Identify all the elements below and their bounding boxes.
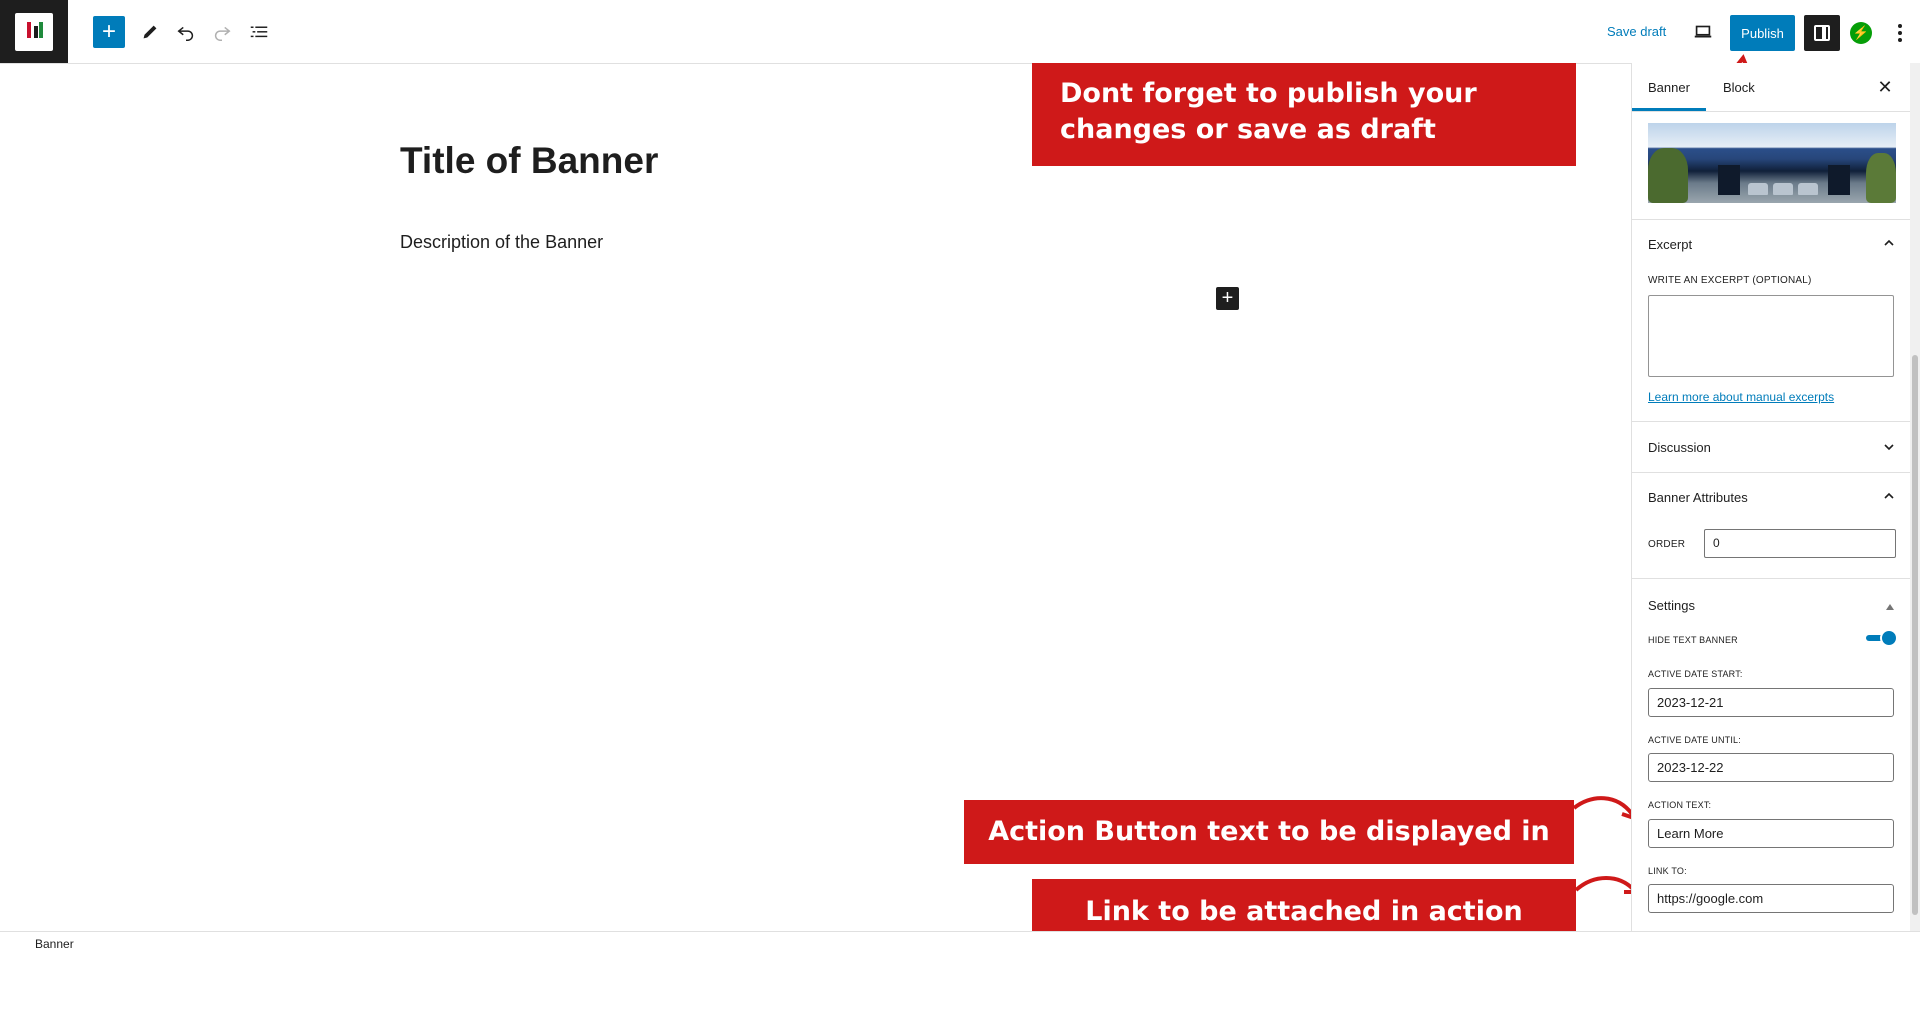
divider <box>1632 421 1911 422</box>
image-door <box>1828 165 1850 195</box>
tools-button[interactable] <box>134 16 166 48</box>
featured-image[interactable] <box>1648 123 1896 203</box>
save-draft-button[interactable]: Save draft <box>1607 24 1666 39</box>
link-to-input[interactable]: https://google.com <box>1648 884 1894 913</box>
post-title[interactable]: Title of Banner <box>400 140 658 182</box>
settings-sidebar-toggle[interactable] <box>1804 15 1840 51</box>
divider <box>1632 219 1911 220</box>
active-tab-indicator <box>1632 108 1706 111</box>
sidebar-icon <box>1814 25 1830 41</box>
link-to-label: LINK TO: <box>1648 866 1687 876</box>
editor-footer: Banner <box>0 931 1920 954</box>
excerpt-panel-title[interactable]: Excerpt <box>1648 237 1692 252</box>
undo-icon <box>177 26 194 41</box>
divider <box>1632 578 1911 579</box>
action-text-input[interactable]: Learn More <box>1648 819 1894 848</box>
hide-text-banner-label: HIDE TEXT BANNER <box>1648 635 1738 645</box>
active-date-until-label: ACTIVE DATE UNTIL: <box>1648 735 1741 745</box>
image-tree <box>1648 148 1688 203</box>
plus-icon: + <box>1221 287 1234 309</box>
preview-button[interactable] <box>1687 16 1719 48</box>
excerpt-textarea[interactable] <box>1648 295 1894 377</box>
editor-header: + Save draft Publish ⚡ <box>0 0 1920 64</box>
redo-icon <box>214 26 231 41</box>
sidebar-scrollbar-thumb[interactable] <box>1912 355 1918 915</box>
hide-text-banner-toggle[interactable] <box>1866 629 1898 647</box>
collapse-triangle-icon[interactable] <box>1886 604 1894 610</box>
dot <box>1898 38 1902 42</box>
undo-button[interactable] <box>170 16 202 48</box>
action-text-label: ACTION TEXT: <box>1648 800 1712 810</box>
divider <box>1632 472 1911 473</box>
chevron-down-icon[interactable] <box>1882 440 1896 454</box>
tab-banner[interactable]: Banner <box>1648 80 1690 95</box>
breadcrumb[interactable]: Banner <box>35 937 74 951</box>
laptop-icon <box>1694 25 1712 38</box>
pencil-icon <box>143 25 157 39</box>
post-description[interactable]: Description of the Banner <box>400 232 603 253</box>
toggle-knob <box>1880 629 1898 647</box>
settings-panel-title[interactable]: Settings <box>1648 598 1695 613</box>
publish-annotation: Dont forget to publish your changes or s… <box>1032 63 1576 166</box>
banner-attributes-title[interactable]: Banner Attributes <box>1648 490 1748 505</box>
active-date-until-input[interactable]: 2023-12-22 <box>1648 753 1894 782</box>
dot <box>1898 24 1902 28</box>
active-date-start-label: ACTIVE DATE START: <box>1648 669 1743 679</box>
action-text-annotation: Action Button text to be displayed in ba… <box>964 800 1574 911</box>
document-overview-button[interactable] <box>243 16 275 48</box>
close-icon[interactable]: ✕ <box>1875 77 1895 97</box>
order-label: ORDER <box>1648 539 1686 550</box>
order-input[interactable]: 0 <box>1704 529 1896 558</box>
add-block-button[interactable]: + <box>93 16 125 48</box>
options-menu-button[interactable] <box>1892 18 1908 48</box>
site-logo[interactable] <box>0 0 68 63</box>
image-car <box>1748 183 1768 195</box>
jetpack-icon[interactable]: ⚡ <box>1850 22 1872 44</box>
image-car <box>1773 183 1793 195</box>
active-date-start-input[interactable]: 2023-12-21 <box>1648 688 1894 717</box>
publish-button[interactable]: Publish <box>1730 15 1795 51</box>
tab-block[interactable]: Block <box>1723 80 1755 95</box>
logo-mark <box>15 12 53 51</box>
block-inserter-button[interactable]: + <box>1216 287 1239 310</box>
image-door <box>1718 165 1740 195</box>
image-car <box>1798 183 1818 195</box>
list-view-icon <box>250 26 268 38</box>
settings-sidebar: Banner Block ✕ Excerpt WRITE AN EXCERPT … <box>1631 63 1911 931</box>
chevron-up-icon[interactable] <box>1882 236 1896 250</box>
learn-excerpts-link[interactable]: Learn more about manual excerpts <box>1648 390 1834 404</box>
chevron-up-icon[interactable] <box>1882 489 1896 503</box>
excerpt-field-label: WRITE AN EXCERPT (OPTIONAL) <box>1648 275 1812 286</box>
sidebar-tabs: Banner Block ✕ <box>1632 63 1911 112</box>
redo-button[interactable] <box>206 16 238 48</box>
image-tree <box>1866 153 1896 203</box>
plus-icon: + <box>101 18 116 45</box>
dot <box>1898 31 1902 35</box>
discussion-panel-title[interactable]: Discussion <box>1648 440 1711 455</box>
